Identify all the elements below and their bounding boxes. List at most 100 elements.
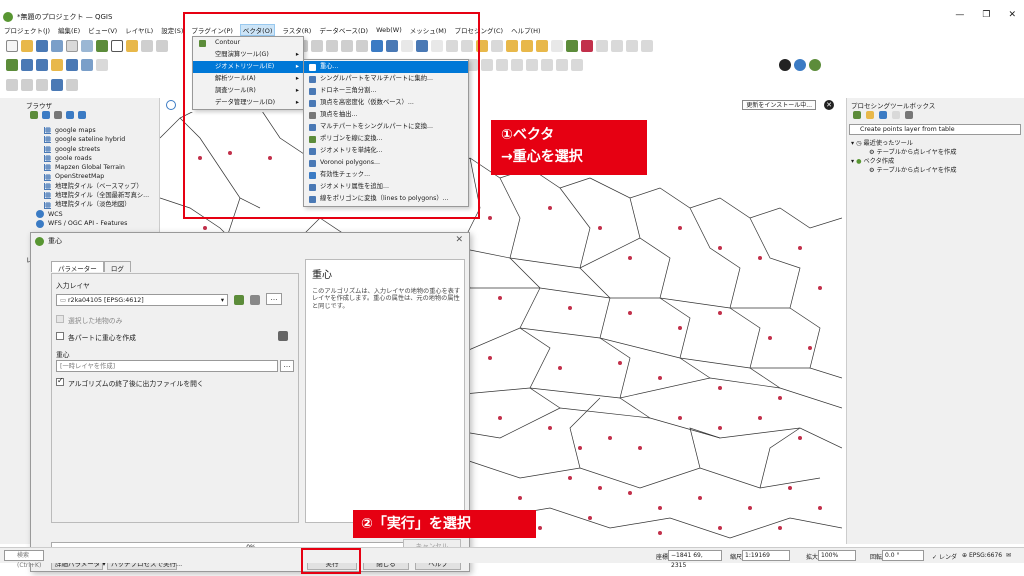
- save-project-icon[interactable]: [36, 40, 48, 52]
- layer-styling-icon[interactable]: [51, 79, 63, 91]
- trace-icon[interactable]: [36, 79, 48, 91]
- browser-refresh-icon[interactable]: [42, 111, 50, 119]
- reshape-icon[interactable]: [526, 59, 538, 71]
- digitize-toggle-icon[interactable]: [96, 59, 108, 71]
- browser-item[interactable]: 地理院タイル（全国最新写真シ...: [28, 191, 158, 200]
- output-browse-button[interactable]: …: [280, 360, 294, 372]
- menu-project[interactable]: プロジェクト(J): [4, 25, 50, 35]
- add-vector-icon[interactable]: [21, 59, 33, 71]
- toolbox-script-icon[interactable]: [879, 111, 887, 119]
- browser-item[interactable]: 地理院タイル（ベースマップ）: [28, 182, 158, 191]
- browser-item[interactable]: OpenStreetMap: [28, 172, 158, 181]
- label-move-icon[interactable]: [536, 40, 548, 52]
- browser-item[interactable]: 地理院タイル（淡色地図）: [28, 200, 158, 209]
- label-rotate-icon[interactable]: [551, 40, 563, 52]
- fill-ring-icon[interactable]: [496, 59, 508, 71]
- plugin-icon-4[interactable]: [611, 40, 623, 52]
- plugin-manager-icon[interactable]: [809, 59, 821, 71]
- toolbox-model-icon[interactable]: [853, 111, 861, 119]
- offset-curve-icon[interactable]: [541, 59, 553, 71]
- iterate-icon[interactable]: [234, 295, 244, 305]
- print-layout-icon[interactable]: [66, 40, 78, 52]
- overview-icon[interactable]: [66, 79, 78, 91]
- layout-manager-icon[interactable]: [81, 40, 93, 52]
- pan-to-selection-icon[interactable]: [126, 40, 138, 52]
- toolbox-tool-item[interactable]: ⚙ テーブルから点レイヤを作成: [869, 165, 956, 174]
- input-layer-select[interactable]: ▭ r2ka04105 [EPSG:4612] ▾: [56, 294, 228, 306]
- toolbox-options-icon[interactable]: [905, 111, 913, 119]
- scale-input[interactable]: 1:19169: [742, 550, 790, 561]
- zoom-in-icon[interactable]: [141, 40, 153, 52]
- locator-search-input[interactable]: 検索 (Ctrl+K): [4, 550, 44, 569]
- data-defined-override-icon[interactable]: [278, 331, 288, 341]
- browser-item[interactable]: google sateline hybrid: [28, 135, 158, 144]
- gps-icon[interactable]: [779, 59, 791, 71]
- menu-help[interactable]: ヘルプ(H): [511, 25, 540, 35]
- dialog-close-icon[interactable]: ✕: [455, 235, 463, 245]
- add-raster-icon[interactable]: [36, 59, 48, 71]
- render-checkbox-label[interactable]: ✓ レンダ: [932, 552, 957, 561]
- add-layer-icon[interactable]: [6, 59, 18, 71]
- install-updates-button[interactable]: 更新をインストール中...: [742, 100, 816, 110]
- label-icon[interactable]: [491, 40, 503, 52]
- rotation-input[interactable]: 0.0 °: [882, 550, 924, 561]
- browser-item[interactable]: google streets: [28, 145, 158, 154]
- browser-item-wfs[interactable]: WFS / OGC API - Features: [28, 219, 158, 228]
- browser-collapse-icon[interactable]: [66, 111, 74, 119]
- menu-layer[interactable]: レイヤ(L): [125, 25, 153, 35]
- label-show-icon[interactable]: [521, 40, 533, 52]
- coordinate-input[interactable]: −1841 69, 2315: [668, 550, 722, 569]
- browser-properties-icon[interactable]: [78, 111, 86, 119]
- each-part-checkbox[interactable]: [56, 332, 64, 340]
- toolbox-tool-item[interactable]: ⚙ テーブルから点レイヤを作成: [869, 147, 956, 156]
- merge-icon[interactable]: [571, 59, 583, 71]
- style-manager-icon[interactable]: [96, 40, 108, 52]
- recent-tools-group[interactable]: ▾ ◷ 最近使ったツール: [851, 138, 913, 147]
- add-mesh-icon[interactable]: [51, 59, 63, 71]
- messages-icon[interactable]: ✉: [1006, 552, 1011, 559]
- plugin-icon-1[interactable]: [566, 40, 578, 52]
- browser-item[interactable]: Mapzen Global Terrain: [28, 163, 158, 172]
- delete-ring-icon[interactable]: [511, 59, 523, 71]
- browse-layer-button[interactable]: …: [266, 293, 282, 305]
- label-pin-icon[interactable]: [506, 40, 518, 52]
- browser-item[interactable]: google maps: [28, 126, 158, 135]
- plugin-icon-5[interactable]: [626, 40, 638, 52]
- plugin-icon-3[interactable]: [596, 40, 608, 52]
- toolbox-search-input[interactable]: Create points layer from table: [849, 124, 1021, 135]
- browser-add-icon[interactable]: [30, 111, 38, 119]
- plugin-icon-6[interactable]: [641, 40, 653, 52]
- split-icon[interactable]: [556, 59, 568, 71]
- settings-wrench-icon[interactable]: [250, 295, 260, 305]
- toolbox-results-icon[interactable]: [892, 111, 900, 119]
- plugin-icon-2[interactable]: [581, 40, 593, 52]
- zoom-out-icon[interactable]: [156, 40, 168, 52]
- crs-button[interactable]: ⊕ EPSG:6676: [962, 552, 1002, 559]
- browser-item-wcs[interactable]: WCS: [28, 210, 158, 219]
- browser-item[interactable]: goole roads: [28, 154, 158, 163]
- browser-filter-icon[interactable]: [54, 111, 62, 119]
- tab-log[interactable]: ログ: [103, 261, 131, 273]
- menu-view[interactable]: ビュー(V): [88, 25, 117, 35]
- close-window-button[interactable]: ✕: [1008, 10, 1016, 20]
- toolbox-history-icon[interactable]: [866, 111, 874, 119]
- add-wms-icon[interactable]: [81, 59, 93, 71]
- pan-icon[interactable]: [111, 40, 123, 52]
- add-csv-icon[interactable]: [66, 59, 78, 71]
- open-project-icon[interactable]: [21, 40, 33, 52]
- minimize-button[interactable]: —: [955, 10, 964, 20]
- georef-icon[interactable]: [6, 79, 18, 91]
- save-as-icon[interactable]: [51, 40, 63, 52]
- tab-parameters[interactable]: パラメーター: [51, 261, 104, 273]
- add-part-icon[interactable]: [481, 59, 493, 71]
- maximize-button[interactable]: ❐: [982, 10, 990, 20]
- open-output-checkbox[interactable]: [56, 376, 64, 386]
- menu-edit[interactable]: 編集(E): [58, 25, 80, 35]
- selected-only-checkbox[interactable]: [56, 315, 64, 323]
- magnify-input[interactable]: 100%: [818, 550, 856, 561]
- message-close-icon[interactable]: ✕: [824, 100, 834, 110]
- output-file-input[interactable]: [一時レイヤを作成]: [56, 360, 278, 372]
- menu-settings[interactable]: 設定(S): [161, 25, 183, 35]
- snapping-icon[interactable]: [21, 79, 33, 91]
- new-project-icon[interactable]: [6, 40, 18, 52]
